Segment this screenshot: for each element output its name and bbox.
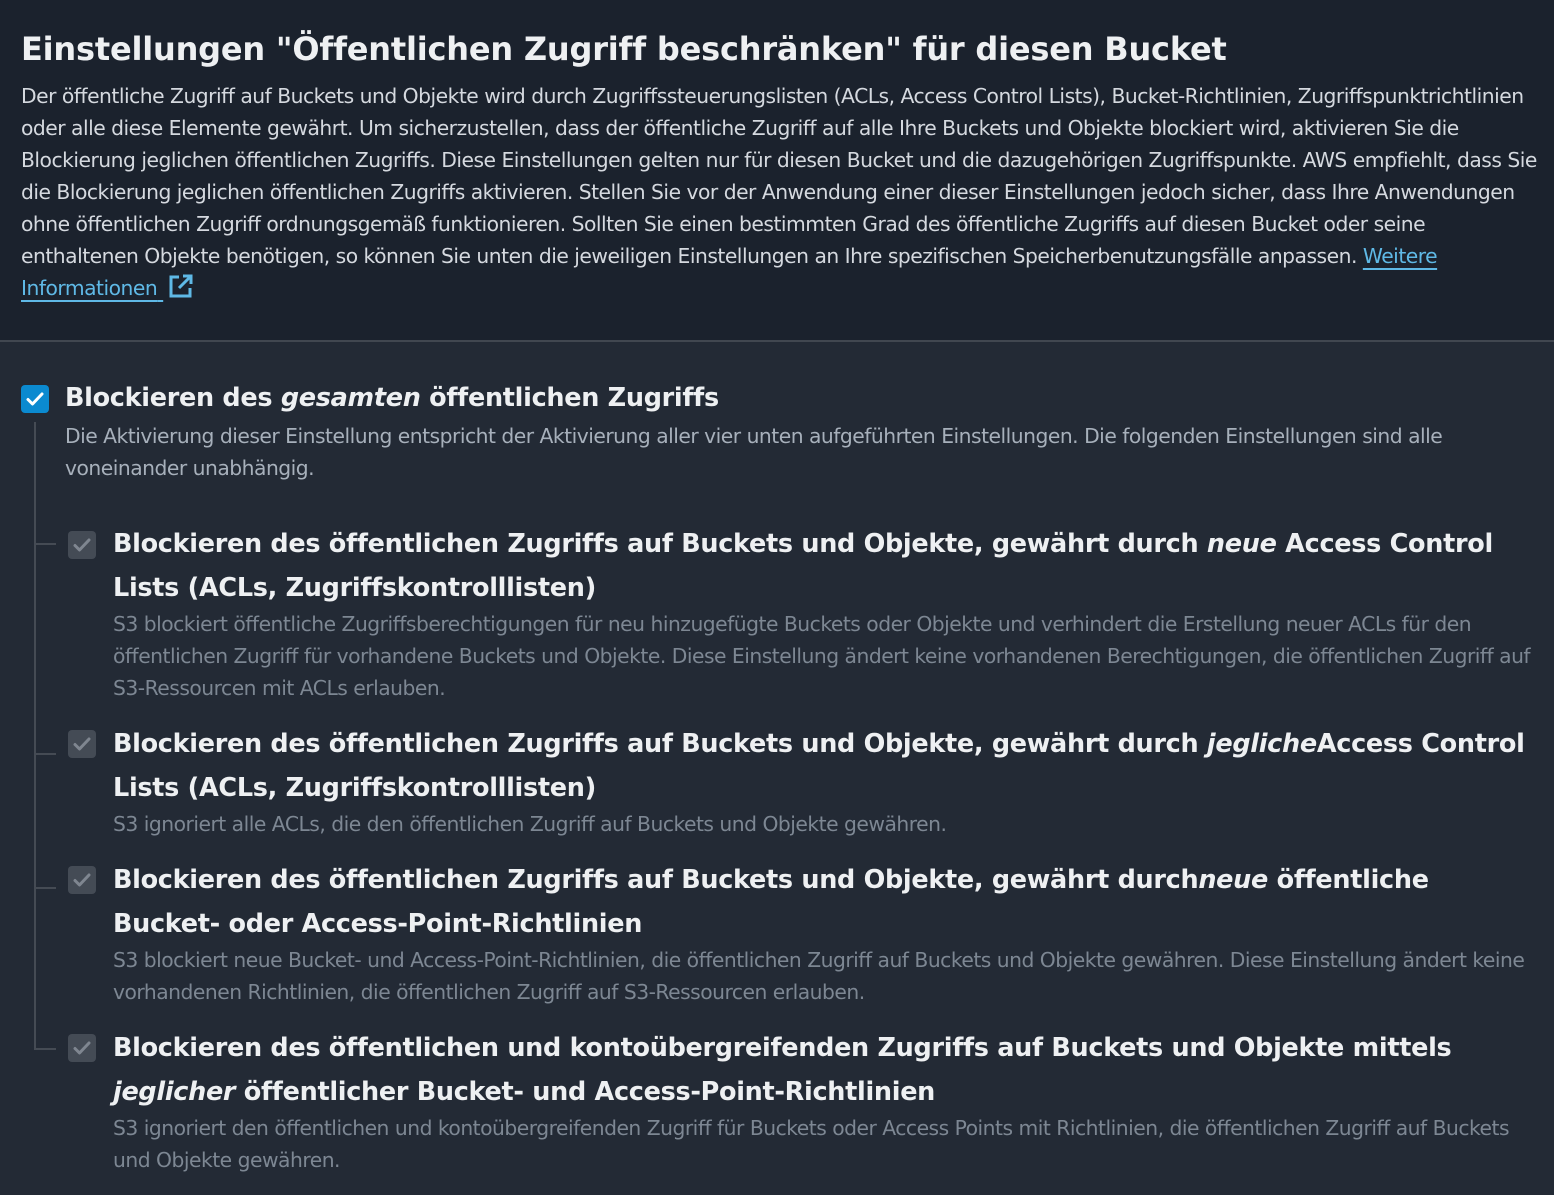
block-new-acls-checkbox[interactable] [68,531,96,559]
block-any-policies-checkbox[interactable] [68,1034,96,1062]
block-new-policies-description: S3 blockiert neue Bucket- und Access-Poi… [113,948,1525,1004]
tree-connector-line [34,422,36,1050]
block-any-acls-checkbox[interactable] [68,730,96,758]
block-all-description: Die Aktivierung dieser Einstellung entsp… [65,424,1443,480]
block-all-checkbox[interactable] [21,385,49,413]
page-title: Einstellungen "Öffentlichen Zugriff besc… [21,30,1227,68]
external-link-icon [169,274,193,298]
tree-branch [34,753,56,755]
block-public-access-options: Blockieren des gesamten öffentlichen Zug… [0,342,1554,1195]
block-new-acls-label[interactable]: Blockieren des öffentlichen Zugriffs auf… [113,522,1533,610]
checkmark-icon [73,538,91,552]
tree-branch [34,543,56,545]
settings-header: Einstellungen "Öffentlichen Zugriff besc… [0,0,1554,342]
block-any-policies-label[interactable]: Blockieren des öffentlichen und kontoübe… [113,1026,1533,1114]
header-description: Der öffentliche Zugriff auf Buckets und … [21,80,1546,304]
block-new-acls-description: S3 blockiert öffentliche Zugriffsberecht… [113,612,1531,700]
tree-branch [34,887,56,889]
checkmark-icon [73,873,91,887]
checkmark-icon [26,392,44,406]
block-any-acls-description: S3 ignoriert alle ACLs, die den öffentli… [113,812,947,836]
block-new-policies-label[interactable]: Blockieren des öffentlichen Zugriffs auf… [113,858,1533,946]
tree-branch [34,1048,56,1050]
checkmark-icon [73,737,91,751]
block-all-label[interactable]: Blockieren des gesamten öffentlichen Zug… [65,378,719,418]
block-any-acls-label[interactable]: Blockieren des öffentlichen Zugriffs auf… [113,722,1533,810]
header-description-text: Der öffentliche Zugriff auf Buckets und … [21,84,1537,268]
block-new-policies-checkbox[interactable] [68,866,96,894]
block-any-policies-description: S3 ignoriert den öffentlichen und kontoü… [113,1116,1510,1172]
checkmark-icon [73,1041,91,1055]
